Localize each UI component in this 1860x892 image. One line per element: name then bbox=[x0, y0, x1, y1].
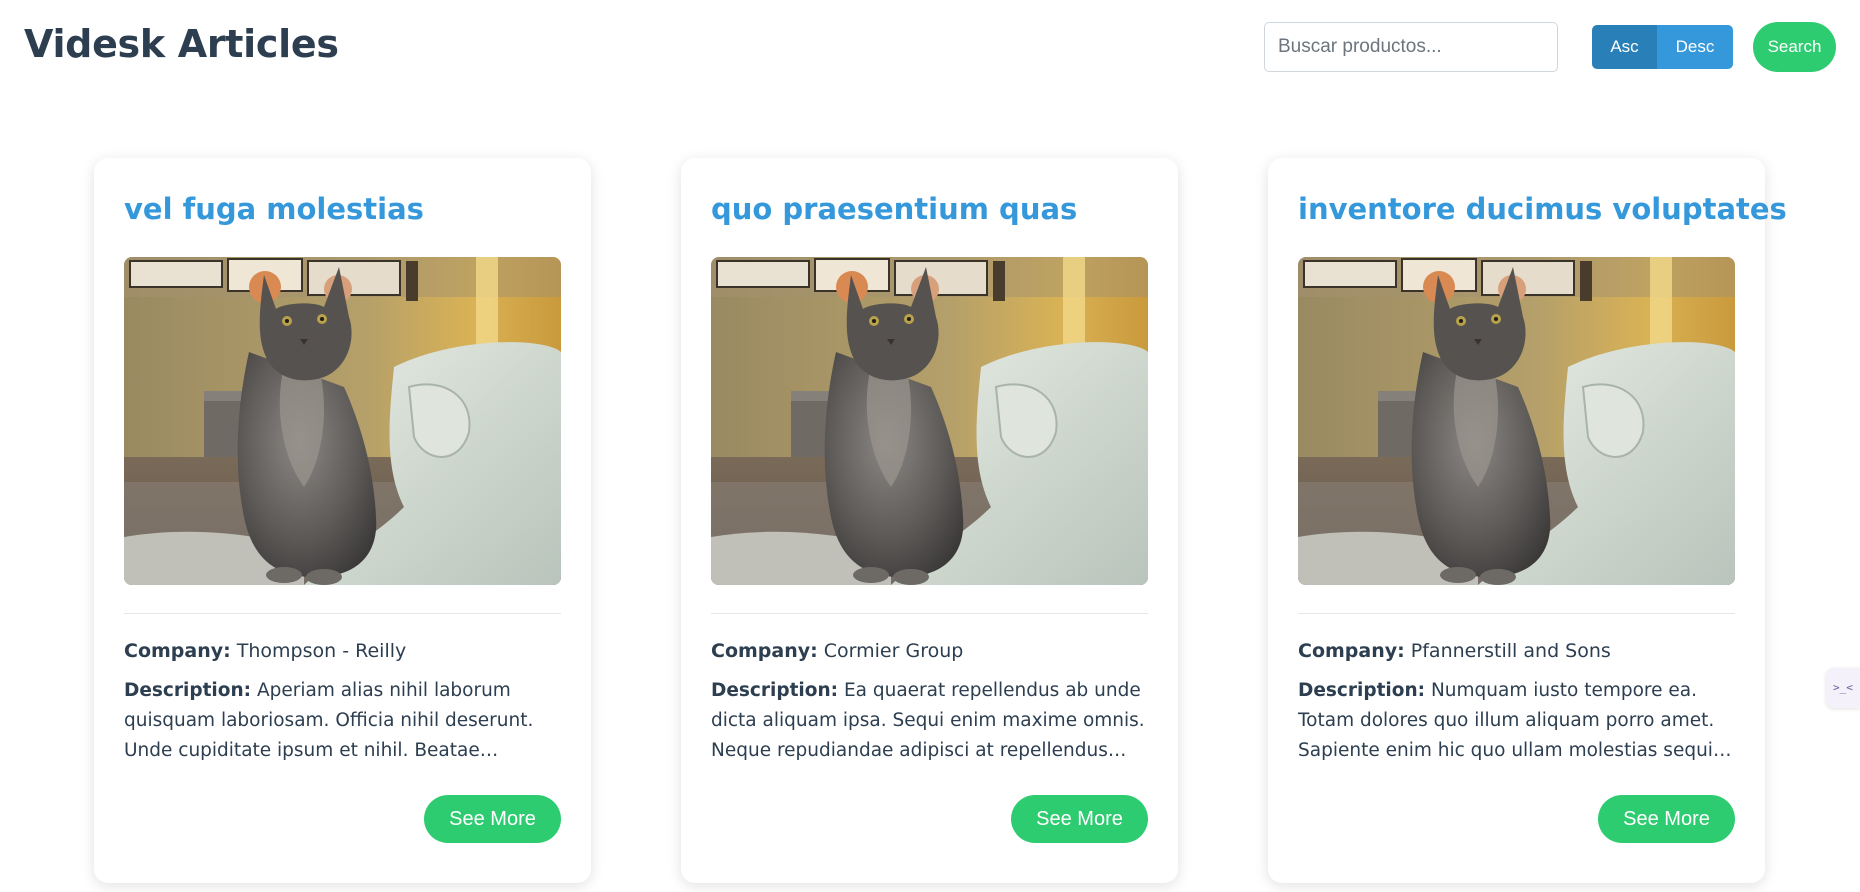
cat-photo-icon bbox=[124, 257, 561, 585]
company-line: Company: Pfannerstill and Sons bbox=[1298, 636, 1735, 666]
company-value: Cormier Group bbox=[823, 640, 964, 662]
search-input[interactable] bbox=[1264, 22, 1558, 72]
cat-photo-icon bbox=[1298, 257, 1735, 585]
page-title: Videsk Articles bbox=[24, 22, 339, 66]
see-more-button[interactable]: See More bbox=[424, 795, 561, 843]
description-line: Description: Aperiam alias nihil laborum… bbox=[124, 676, 561, 766]
company-value: Pfannerstill and Sons bbox=[1410, 640, 1611, 662]
article-card: inventore ducimus voluptates Company: Pf… bbox=[1268, 158, 1787, 883]
article-title: inventore ducimus voluptates bbox=[1298, 192, 1787, 226]
header-bar: Videsk Articles Asc Desc Search bbox=[0, 0, 1860, 100]
company-label: Company: bbox=[711, 640, 818, 662]
article-title: quo praesentium quas bbox=[711, 192, 1078, 226]
sort-desc-button[interactable]: Desc bbox=[1657, 25, 1733, 69]
article-image bbox=[1298, 257, 1735, 585]
see-more-button[interactable]: See More bbox=[1598, 795, 1735, 843]
company-label: Company: bbox=[124, 640, 231, 662]
cat-photo-icon bbox=[711, 257, 1148, 585]
description-label: Description: bbox=[711, 680, 839, 701]
company-line: Company: Thompson - Reilly bbox=[124, 636, 561, 666]
description-line: Description: Ea quaerat repellendus ab u… bbox=[711, 676, 1148, 766]
article-image bbox=[124, 257, 561, 585]
see-more-button[interactable]: See More bbox=[1011, 795, 1148, 843]
description-line: Description: Numquam iusto tempore ea. T… bbox=[1298, 676, 1735, 766]
sort-asc-button[interactable]: Asc bbox=[1592, 25, 1657, 69]
company-label: Company: bbox=[1298, 640, 1405, 662]
sort-toggle-group: Asc Desc bbox=[1592, 25, 1733, 69]
article-title: vel fuga molestias bbox=[124, 192, 424, 226]
description-label: Description: bbox=[1298, 680, 1426, 701]
article-card: quo praesentium quas Company: Cormier Gr… bbox=[681, 158, 1178, 883]
article-image bbox=[711, 257, 1148, 585]
card-divider bbox=[711, 613, 1148, 614]
company-line: Company: Cormier Group bbox=[711, 636, 1148, 666]
search-button[interactable]: Search bbox=[1753, 22, 1836, 72]
description-label: Description: bbox=[124, 680, 252, 701]
card-divider bbox=[1298, 613, 1735, 614]
terminal-icon[interactable]: >_< bbox=[1826, 668, 1860, 708]
company-value: Thompson - Reilly bbox=[236, 640, 407, 662]
card-divider bbox=[124, 613, 561, 614]
article-card: vel fuga molestias Company: Thompson - R… bbox=[94, 158, 591, 883]
